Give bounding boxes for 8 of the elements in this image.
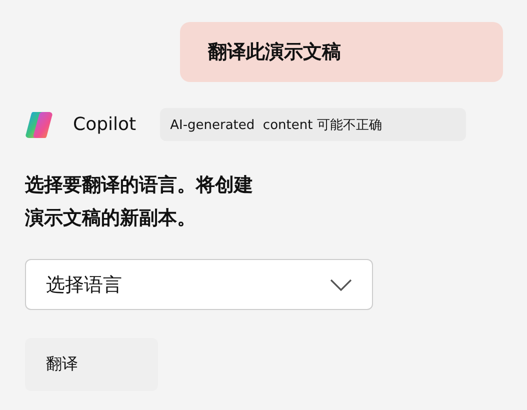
disclaimer-label: AI-generated content 可能不正确 xyxy=(160,108,466,141)
chevron-down-icon xyxy=(330,278,352,290)
translate-button[interactable]: 翻译 xyxy=(25,338,158,391)
reply-text: 选择要翻译的语言。将创建演示文稿的新副本。 xyxy=(25,173,254,231)
user-message: 翻译此演示文稿 xyxy=(180,22,503,82)
dropdown-placeholder: 选择语言 xyxy=(46,272,122,298)
language-dropdown[interactable]: 选择语言 xyxy=(25,259,373,310)
assistant-name: Copilot xyxy=(73,114,136,135)
